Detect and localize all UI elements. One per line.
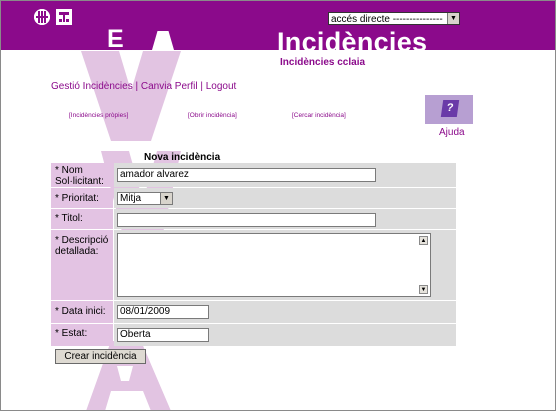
- description-textarea[interactable]: ▲ ▼: [117, 233, 431, 297]
- start-date-field[interactable]: 08/01/2009: [117, 305, 209, 319]
- create-incident-button[interactable]: Crear incidència: [55, 349, 146, 364]
- form-heading: Nova incidència: [144, 152, 221, 163]
- name-field[interactable]: amador alvarez: [117, 168, 376, 182]
- institution-logo-icon: [56, 9, 72, 25]
- link-incidencies-propies[interactable]: [Incidències pròpies]: [69, 112, 128, 119]
- priority-label: * Prioritat:: [51, 188, 113, 208]
- title-label: * Titol:: [51, 209, 113, 229]
- link-cercar-incidencia[interactable]: [Cercar incidència]: [292, 112, 346, 119]
- help-question-icon[interactable]: ?: [425, 95, 473, 124]
- form-row-name: * Nom Sol·licitant: amador alvarez: [51, 163, 456, 187]
- form-row-start-date: * Data inici: 08/01/2009: [51, 301, 456, 323]
- help-link[interactable]: Ajuda: [439, 127, 465, 138]
- link-obrir-incidencia[interactable]: [Obrir incidència]: [188, 112, 237, 119]
- nav-link-canvia-perfil[interactable]: Canvia Perfil: [141, 81, 198, 92]
- chevron-down-icon: ▼: [447, 13, 459, 24]
- form-row-state: * Estat: Oberta: [51, 324, 456, 346]
- priority-select-value: Mitja: [120, 193, 142, 204]
- nav-separator: |: [197, 81, 206, 92]
- name-label: * Nom Sol·licitant:: [51, 163, 113, 187]
- header-big-letter: E: [107, 25, 124, 53]
- nav-link-gestio[interactable]: Gestió Incidències: [51, 81, 133, 92]
- form-row-title: * Titol:: [51, 209, 456, 229]
- state-field[interactable]: Oberta: [117, 328, 209, 342]
- quick-access-select[interactable]: accés directe --------------- ▼: [328, 12, 460, 25]
- form-row-priority: * Prioritat: Mitja ▼: [51, 188, 456, 208]
- scroll-up-icon[interactable]: ▲: [419, 236, 428, 245]
- title-field[interactable]: [117, 213, 376, 227]
- chevron-down-icon: ▼: [160, 193, 172, 204]
- page-subtitle: Incidències cclaia: [280, 57, 366, 68]
- top-nav: Gestió Incidències | Canvia Perfil | Log…: [51, 81, 236, 92]
- nav-link-logout[interactable]: Logout: [206, 81, 237, 92]
- priority-select[interactable]: Mitja ▼: [117, 192, 173, 205]
- nav-separator: |: [132, 81, 141, 92]
- scroll-down-icon[interactable]: ▼: [419, 285, 428, 294]
- start-date-label: * Data inici:: [51, 301, 113, 323]
- page-title: Incidències: [277, 27, 428, 57]
- app-window: accés directe --------------- ▼ E Incidè…: [0, 0, 556, 411]
- form-row-description: * Descripció detallada: ▲ ▼: [51, 230, 456, 300]
- globe-logo-icon: [34, 9, 50, 25]
- description-label: * Descripció detallada:: [51, 230, 113, 300]
- state-label: * Estat:: [51, 324, 113, 346]
- quick-access-select-value: accés directe ---------------: [331, 14, 443, 25]
